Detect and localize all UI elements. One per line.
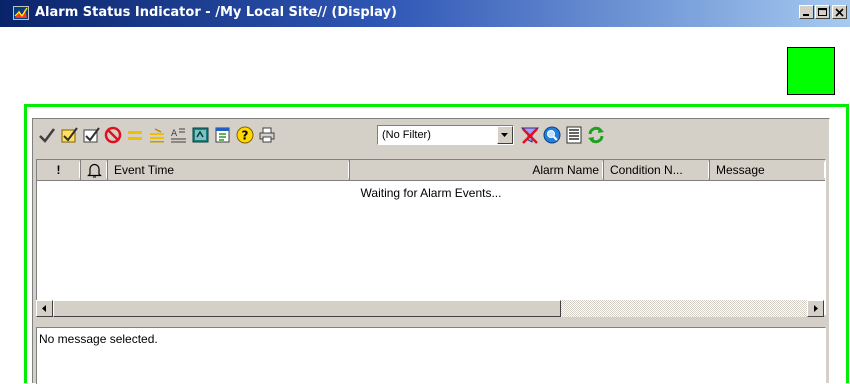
freeze-icon[interactable] [191,125,211,145]
comment-icon[interactable]: A [169,125,189,145]
alarm-list-header: ! Event Time Alarm Name Condition N... M… [37,160,825,181]
scrollbar-track[interactable] [561,300,807,317]
alarm-status-indicator [787,47,835,95]
filter-dropdown-button[interactable] [497,126,513,144]
window-title: Alarm Status Indicator - /My Local Site/… [35,5,397,20]
alarm-toolbar: A ? (No Filter) [33,119,829,153]
acknowledge-icon[interactable] [37,125,57,145]
column-priority[interactable]: ! [37,160,81,180]
print-icon[interactable] [257,125,277,145]
search-icon[interactable] [542,125,562,145]
alarm-list[interactable]: ! Event Time Alarm Name Condition N... M… [36,159,826,315]
maximize-button[interactable] [815,5,830,19]
svg-text:?: ? [242,129,249,143]
acknowledge-all-icon[interactable] [59,125,79,145]
filter-value: (No Filter) [382,129,431,141]
title-bar: Alarm Status Indicator - /My Local Site/… [0,0,850,27]
alarm-list-placeholder: Waiting for Alarm Events... [360,186,502,200]
refresh-icon[interactable] [586,125,606,145]
scroll-right-button[interactable] [807,300,824,317]
column-message[interactable]: Message [710,160,825,180]
bell-icon [87,163,102,178]
alarm-viewer: A ? (No Filter) ! Event Time Alarm Name … [32,118,830,384]
filter-select[interactable]: (No Filter) [377,125,514,145]
scrollbar-thumb[interactable] [53,300,561,317]
column-event-time[interactable]: Event Time [108,160,350,180]
message-details: No message selected. [36,327,826,384]
clear-filter-icon[interactable] [520,125,540,145]
arrow-left-icon [42,305,46,312]
properties-icon[interactable] [213,125,233,145]
shelve-icon[interactable] [147,125,167,145]
column-bell[interactable] [81,160,108,180]
close-button[interactable] [832,5,847,19]
column-condition-name[interactable]: Condition N... [604,160,710,180]
chevron-down-icon [501,133,508,137]
maximize-icon [818,8,827,16]
column-alarm-name[interactable]: Alarm Name [350,160,604,180]
app-icon [13,6,29,20]
arrow-right-icon [814,305,818,312]
minimize-button[interactable] [799,5,814,19]
svg-text:A: A [171,129,178,139]
list-icon[interactable] [564,125,584,145]
horizontal-scrollbar[interactable] [36,300,824,317]
suppress-icon[interactable] [125,125,145,145]
scroll-left-button[interactable] [36,300,53,317]
minimize-icon [803,14,809,16]
message-details-text: No message selected. [39,332,158,346]
acknowledge-selected-icon[interactable] [81,125,101,145]
help-icon[interactable]: ? [235,125,255,145]
close-icon [835,8,844,17]
disable-icon[interactable] [103,125,123,145]
